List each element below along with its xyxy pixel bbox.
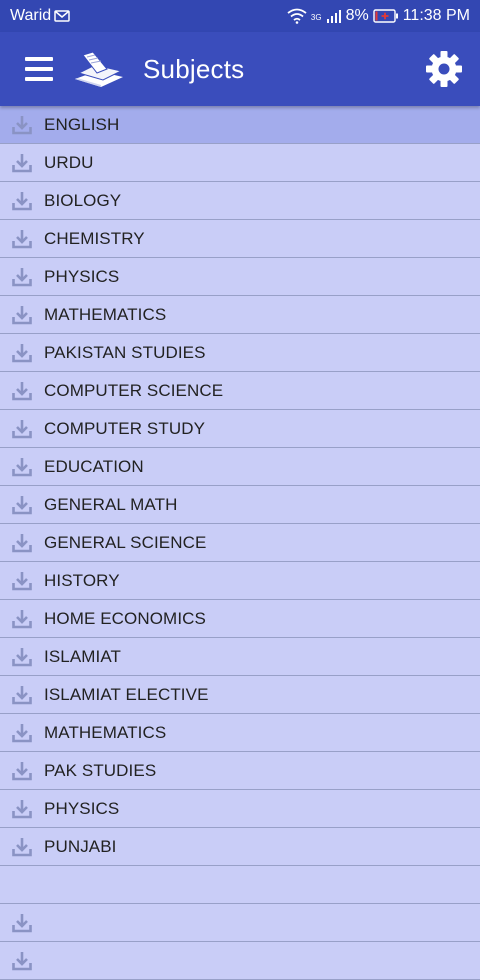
subject-label: ISLAMIAT ELECTIVE	[44, 684, 209, 704]
download-icon[interactable]	[11, 760, 33, 782]
subject-label: ENGLISH	[44, 114, 120, 134]
download-icon[interactable]	[11, 494, 33, 516]
status-bar: Warid 3G 8% 11:38 PM	[0, 0, 480, 32]
subject-row-2[interactable]: BIOLOGY	[0, 182, 480, 220]
download-icon[interactable]	[11, 418, 33, 440]
message-icon	[54, 10, 70, 22]
subject-label: PUNJABI	[44, 836, 117, 856]
subject-label: HOME ECONOMICS	[44, 608, 206, 628]
gear-icon[interactable]	[424, 49, 464, 89]
download-icon[interactable]	[11, 342, 33, 364]
download-icon[interactable]	[11, 684, 33, 706]
books-logo-icon	[75, 51, 123, 87]
battery-percent: 8%	[345, 7, 369, 24]
subject-label: GENERAL MATH	[44, 494, 178, 514]
download-icon[interactable]	[11, 608, 33, 630]
status-right: 3G 8% 11:38 PM	[287, 7, 470, 25]
wifi-icon	[287, 8, 307, 24]
menu-icon[interactable]	[25, 57, 53, 81]
subject-label: ISLAMIAT	[44, 646, 122, 666]
subject-label: COMPUTER SCIENCE	[44, 380, 224, 400]
download-icon[interactable]	[11, 836, 33, 858]
subject-row-5[interactable]: MATHEMATICS	[0, 296, 480, 334]
download-icon[interactable]	[11, 798, 33, 820]
clock: 11:38 PM	[402, 7, 470, 24]
download-icon[interactable]	[11, 722, 33, 744]
subject-label: PAK STUDIES	[44, 760, 157, 780]
subject-label: COMPUTER STUDY	[44, 418, 206, 438]
subject-row-19[interactable]: PUNJABI	[0, 828, 480, 866]
subject-row-15[interactable]: ISLAMIAT ELECTIVE	[0, 676, 480, 714]
download-icon[interactable]	[11, 190, 33, 212]
battery-charging-icon	[373, 9, 398, 23]
page-title: Subjects	[143, 53, 245, 84]
subject-label: HISTORY	[44, 570, 120, 590]
subject-label: URDU	[44, 152, 94, 172]
download-icon[interactable]	[11, 570, 33, 592]
subject-row-18[interactable]: PHYSICS	[0, 790, 480, 828]
download-icon[interactable]	[11, 912, 33, 934]
subject-label: PHYSICS	[44, 266, 120, 286]
subject-list: ENGLISH URDU BIOLOGY CHEMISTRY PHYSICS M…	[0, 106, 480, 980]
subject-row-13[interactable]: HOME ECONOMICS	[0, 600, 480, 638]
subject-label: MATHEMATICS	[44, 304, 167, 324]
download-icon[interactable]	[11, 304, 33, 326]
subject-label: PAKISTAN STUDIES	[44, 342, 206, 362]
subject-row-4[interactable]: PHYSICS	[0, 258, 480, 296]
network-type: 3G	[310, 13, 322, 22]
app-bar: Subjects	[0, 32, 480, 106]
subject-row-16[interactable]: MATHEMATICS	[0, 714, 480, 752]
subject-row-3[interactable]: CHEMISTRY	[0, 220, 480, 258]
subject-label: PHYSICS	[44, 798, 120, 818]
subject-row-10[interactable]: GENERAL MATH	[0, 486, 480, 524]
status-left: Warid	[10, 7, 70, 25]
subject-row-partial-1[interactable]	[0, 942, 480, 980]
download-icon[interactable]	[11, 266, 33, 288]
subject-row-12[interactable]: HISTORY	[0, 562, 480, 600]
subject-label: GENERAL SCIENCE	[44, 532, 207, 552]
subject-label: MATHEMATICS	[44, 722, 167, 742]
download-icon[interactable]	[11, 114, 33, 136]
download-icon[interactable]	[11, 950, 33, 972]
download-icon[interactable]	[11, 380, 33, 402]
subject-row-7[interactable]: COMPUTER SCIENCE	[0, 372, 480, 410]
subject-label: BIOLOGY	[44, 190, 122, 210]
download-icon[interactable]	[11, 456, 33, 478]
carrier-name: Warid	[10, 7, 52, 24]
download-icon[interactable]	[11, 646, 33, 668]
subject-label: CHEMISTRY	[44, 228, 145, 248]
subject-row-8[interactable]: COMPUTER STUDY	[0, 410, 480, 448]
signal-icon	[326, 10, 341, 23]
subject-row-9[interactable]: EDUCATION	[0, 448, 480, 486]
subject-row-6[interactable]: PAKISTAN STUDIES	[0, 334, 480, 372]
subject-row-1[interactable]: URDU	[0, 144, 480, 182]
subject-row-11[interactable]: GENERAL SCIENCE	[0, 524, 480, 562]
list-spacer-row	[0, 866, 480, 904]
subject-row-14[interactable]: ISLAMIAT	[0, 638, 480, 676]
download-icon[interactable]	[11, 152, 33, 174]
subject-row-17[interactable]: PAK STUDIES	[0, 752, 480, 790]
subject-label: EDUCATION	[44, 456, 144, 476]
download-icon[interactable]	[11, 532, 33, 554]
subject-row-0[interactable]: ENGLISH	[0, 106, 480, 144]
download-icon[interactable]	[11, 228, 33, 250]
subject-row-partial-0[interactable]	[0, 904, 480, 942]
